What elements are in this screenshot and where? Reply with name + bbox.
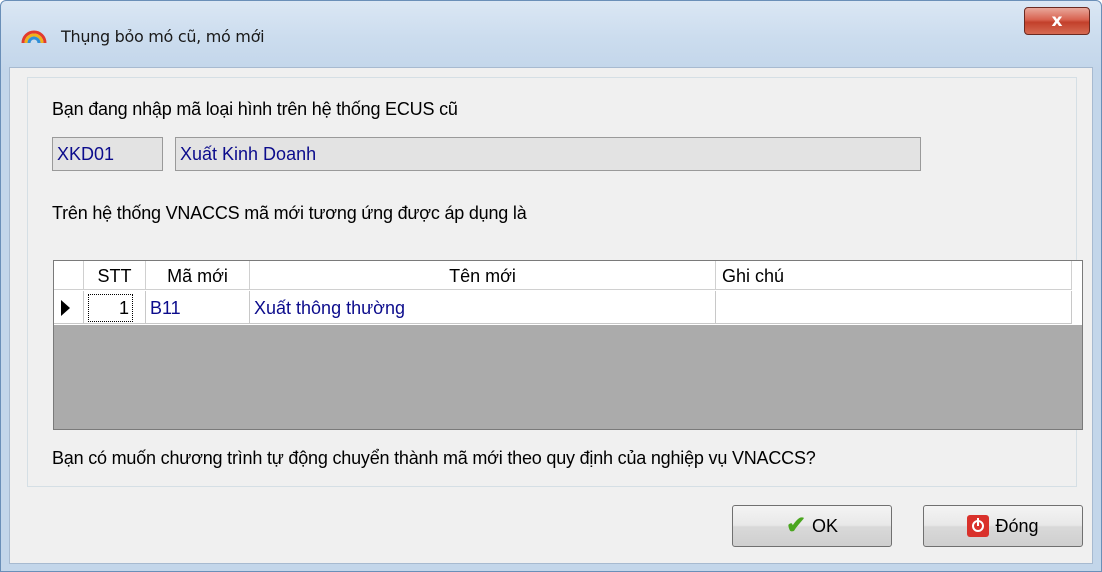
rainbow-arc-icon <box>21 30 47 44</box>
ok-button-label: OK <box>812 515 839 536</box>
close-button-label: Đóng <box>995 515 1039 536</box>
current-row-arrow-icon <box>61 300 70 316</box>
header-new-name[interactable]: Tên mới <box>250 261 716 290</box>
cell-new-name[interactable]: Xuất thông thường <box>250 291 716 324</box>
old-system-label: Bạn đang nhập mã loại hình trên hệ thống… <box>52 99 458 119</box>
header-note[interactable]: Ghi chú <box>716 261 1072 290</box>
dialog-window: Thụng bỏo mó cũ, mó mới x Bạn đang nhập … <box>0 0 1102 572</box>
power-icon <box>967 515 990 537</box>
table-row[interactable]: 1 B11 Xuất thông thường <box>54 291 1082 325</box>
window-title: Thụng bỏo mó cũ, mó mới <box>61 27 265 46</box>
mapping-grid[interactable]: STT Mã mới Tên mới Ghi chú 1 B11 Xuất th… <box>53 260 1083 430</box>
ok-button[interactable]: ✔ OK <box>732 505 892 547</box>
close-button[interactable]: Đóng <box>923 505 1083 547</box>
cell-note[interactable] <box>716 291 1072 324</box>
dialog-body: Bạn đang nhập mã loại hình trên hệ thống… <box>9 67 1093 564</box>
old-name-field[interactable]: Xuất Kinh Doanh <box>175 137 921 171</box>
title-bar[interactable]: Thụng bỏo mó cũ, mó mới x <box>1 1 1101 67</box>
row-selector[interactable] <box>54 291 84 324</box>
old-code-field[interactable]: XKD01 <box>52 137 163 171</box>
cell-stt[interactable]: 1 <box>84 291 146 324</box>
new-system-label: Trên hệ thống VNACCS mã mới tương ứng đư… <box>52 203 527 223</box>
confirm-question: Bạn có muốn chương trình tự động chuyển … <box>52 448 816 468</box>
window-close-button[interactable]: x <box>1024 7 1090 35</box>
header-corner <box>54 261 84 290</box>
header-stt[interactable]: STT <box>84 261 146 290</box>
header-new-code[interactable]: Mã mới <box>146 261 250 290</box>
checkmark-icon: ✔ <box>785 512 807 539</box>
cell-stt-value: 1 <box>88 294 134 322</box>
cell-new-code[interactable]: B11 <box>146 291 250 324</box>
grid-header: STT Mã mới Tên mới Ghi chú <box>54 261 1082 291</box>
